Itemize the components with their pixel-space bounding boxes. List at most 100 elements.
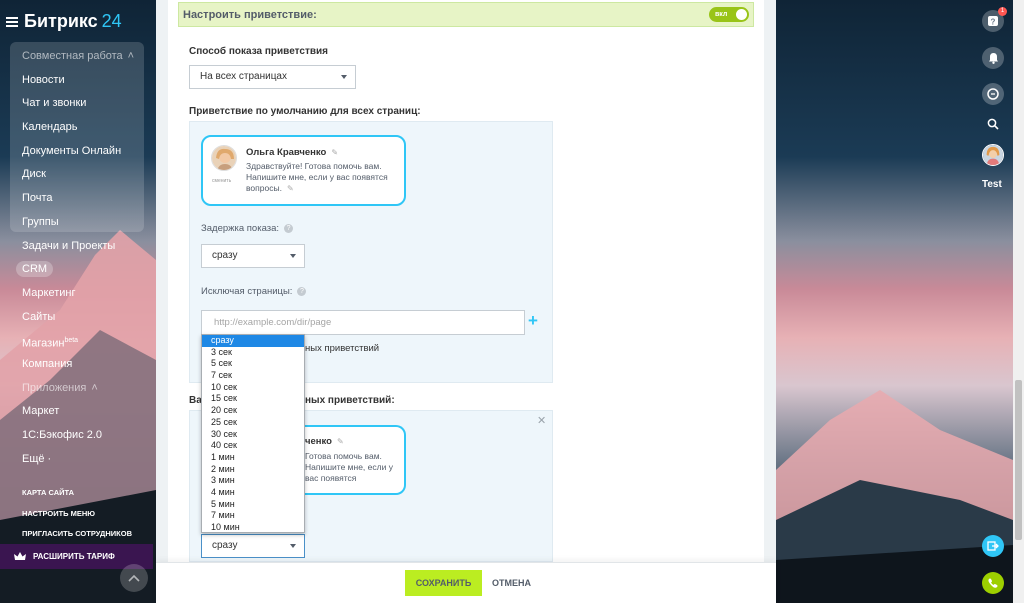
- pencil-icon[interactable]: ✎: [287, 183, 294, 194]
- sidebar-item-disk[interactable]: Диск: [0, 163, 156, 187]
- sidebar-item-market[interactable]: Маркет: [0, 400, 156, 424]
- dropdown-option[interactable]: 10 сек: [202, 382, 304, 394]
- sidebar-item-more[interactable]: Ещё ·: [0, 448, 156, 472]
- delay-select[interactable]: сразу: [201, 244, 305, 268]
- help-button[interactable]: ? 1: [982, 7, 1007, 32]
- sidebar-item-shop[interactable]: Магазинbeta: [0, 329, 156, 353]
- crown-icon: [14, 551, 26, 560]
- menu-burger-icon[interactable]: [6, 16, 18, 27]
- save-button[interactable]: СОХРАНИТЬ: [405, 570, 482, 596]
- question-icon: ?: [988, 16, 998, 27]
- add-url-plus-icon[interactable]: +: [528, 312, 542, 329]
- cancel-button[interactable]: ОТМЕНА: [492, 570, 532, 596]
- phone-icon: [988, 578, 998, 588]
- chat-button[interactable]: [982, 83, 1004, 105]
- open-lines-button[interactable]: [982, 535, 1004, 557]
- delay-dropdown-list[interactable]: сразу 3 сек 5 сек 7 сек 10 сек 15 сек 20 сек 25…: [201, 334, 305, 533]
- notifications-button[interactable]: [982, 47, 1004, 69]
- pencil-icon[interactable]: ✎: [331, 148, 338, 157]
- dropdown-option[interactable]: 30 сек: [202, 429, 304, 441]
- sidebar-item-label: Маркет: [22, 405, 60, 418]
- sidebar-item-label: Чат и звонки: [22, 97, 87, 110]
- greeting-settings-header: Настроить приветствие: вкл: [178, 2, 754, 27]
- sidebar-item-label: Новости: [22, 73, 65, 86]
- help-icon[interactable]: ?: [284, 224, 294, 233]
- dropdown-option[interactable]: 3 сек: [202, 347, 304, 359]
- dropdown-option[interactable]: 2 мин: [202, 464, 304, 476]
- logo[interactable]: Битрикс 24: [6, 11, 122, 32]
- chevron-down-icon: [341, 75, 347, 79]
- additional-delay-select[interactable]: сразу: [201, 534, 305, 558]
- additional-operator-name: ченко ✎: [305, 436, 344, 447]
- logo-text: Битрикс 24: [24, 11, 122, 31]
- sidebar-section-collab[interactable]: Совместная работа ˄: [0, 45, 156, 69]
- sidebar-item-label: Календарь: [22, 121, 78, 134]
- sidebar-item-groups[interactable]: Группы: [0, 211, 156, 235]
- chevron-down-icon: [290, 544, 296, 548]
- sidebar-item-label: Почта: [22, 192, 53, 205]
- change-avatar-link[interactable]: сменить: [212, 178, 231, 184]
- sidebar-item-docs[interactable]: Документы Онлайн: [0, 140, 156, 164]
- dropdown-option[interactable]: 4 мин: [202, 487, 304, 499]
- sidebar-item-chat[interactable]: Чат и звонки: [0, 92, 156, 116]
- additional-greeting-text: Готова помочь вам. Напишите мне, если у …: [305, 451, 393, 483]
- user-name[interactable]: Test: [982, 179, 1002, 190]
- greeting-toggle[interactable]: вкл: [709, 7, 749, 22]
- dropdown-option[interactable]: 7 сек: [202, 370, 304, 382]
- dropdown-option[interactable]: 25 сек: [202, 417, 304, 429]
- sidebar-item-label: Компания: [22, 357, 73, 370]
- help-icon[interactable]: ?: [297, 287, 307, 296]
- dropdown-option[interactable]: 15 сек: [202, 393, 304, 405]
- scrollbar-thumb[interactable]: [1015, 380, 1022, 540]
- sidebar-item-mail[interactable]: Почта: [0, 187, 156, 211]
- delay-label: Задержка показа:?: [201, 223, 294, 234]
- page-scrollbar[interactable]: [1013, 0, 1024, 603]
- bell-icon: [988, 53, 998, 64]
- sidebar-bottom-links: КАРТА САЙТА НАСТРОИТЬ МЕНЮ ПРИГЛАСИТЬ СОТР…: [22, 487, 132, 549]
- scroll-up-button[interactable]: [120, 564, 148, 592]
- sidebar-item-tasks[interactable]: Задачи и Проекты: [0, 235, 156, 259]
- sidebar-bottom-link[interactable]: КАРТА САЙТА: [22, 487, 132, 508]
- dropdown-option[interactable]: 20 сек: [202, 405, 304, 417]
- dropdown-option[interactable]: 7 мин: [202, 510, 304, 522]
- call-button[interactable]: [982, 572, 1004, 594]
- sidebar-item-label: Документы Онлайн: [22, 144, 122, 157]
- additional-greetings-label-start: Ва: [189, 395, 202, 406]
- sidebar-item-label: CRM: [16, 261, 54, 278]
- sidebar-item-sites[interactable]: Сайты: [0, 306, 156, 330]
- dropdown-option[interactable]: 40 сек: [202, 440, 304, 452]
- dropdown-option[interactable]: сразу: [202, 335, 304, 347]
- operator-name: Ольга Кравченко ✎: [246, 147, 339, 158]
- sidebar-item-crm[interactable]: CRM: [0, 258, 156, 282]
- sidebar-item-calendar[interactable]: Календарь: [0, 116, 156, 140]
- display-mode-select[interactable]: На всех страницах: [189, 65, 356, 89]
- exclude-url-input[interactable]: http://example.com/dir/page: [201, 310, 525, 335]
- sidebar-item-label: Маркетинг: [22, 286, 76, 299]
- sidebar-section-apps[interactable]: Приложения ˄: [0, 377, 156, 401]
- default-greeting-label: Приветствие по умолчанию для всех страни…: [189, 106, 421, 117]
- sidebar-menu: Совместная работа ˄ Новости Чат и звонки Кал…: [0, 45, 156, 471]
- dropdown-option[interactable]: 5 мин: [202, 499, 304, 511]
- operator-avatar[interactable]: [211, 145, 237, 171]
- sidebar-item-news[interactable]: Новости: [0, 69, 156, 93]
- dropdown-option[interactable]: 3 мин: [202, 475, 304, 487]
- sidebar-item-label: 1С:Бэкофис 2.0: [22, 429, 103, 441]
- sidebar-item-1c[interactable]: 1С:Бэкофис 2.0: [0, 424, 156, 448]
- dropdown-option[interactable]: 5 сек: [202, 358, 304, 370]
- sidebar-item-company[interactable]: Компания: [0, 353, 156, 377]
- exclude-pages-label: Исключая страницы:?: [201, 286, 307, 297]
- user-avatar[interactable]: [982, 144, 1004, 166]
- beta-badge: beta: [64, 337, 79, 345]
- close-icon[interactable]: ✕: [537, 414, 546, 427]
- sidebar-item-label: Совместная работа: [22, 50, 123, 62]
- pencil-icon[interactable]: ✎: [337, 437, 344, 446]
- greeting-text: Здравствуйте! Готова помочь вам. Напишит…: [246, 161, 388, 194]
- svg-text:?: ?: [991, 18, 996, 27]
- sidebar-bottom-link[interactable]: НАСТРОИТЬ МЕНЮ: [22, 508, 132, 529]
- additional-greetings-checkbox-label[interactable]: ных приветствий: [305, 343, 379, 354]
- greeting-settings-title: Настроить приветствие:: [183, 8, 317, 21]
- dropdown-option[interactable]: 10 мин: [202, 522, 304, 534]
- search-button[interactable]: [982, 113, 1004, 135]
- dropdown-option[interactable]: 1 мин: [202, 452, 304, 464]
- sidebar-item-marketing[interactable]: Маркетинг: [0, 282, 156, 306]
